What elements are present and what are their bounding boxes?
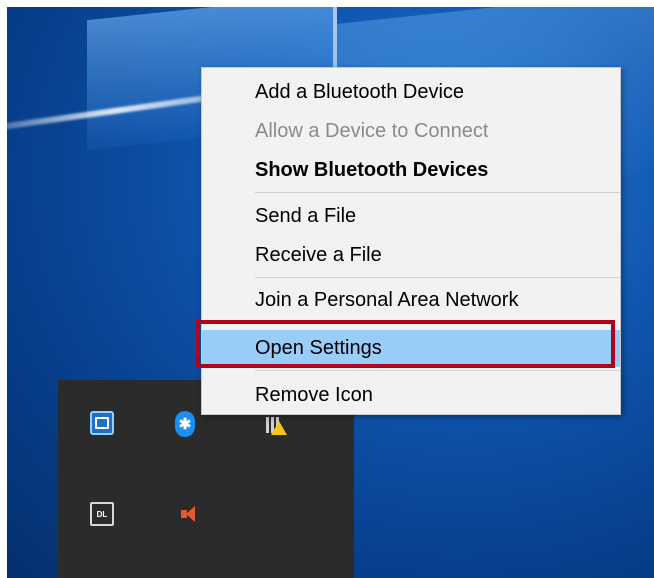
dl-device-icon[interactable]: DL [90,502,114,526]
menu-separator [255,370,620,371]
menu-item-show-bluetooth-devices[interactable]: Show Bluetooth Devices [202,152,620,189]
menu-item-add-bluetooth-device[interactable]: Add a Bluetooth Device [202,74,620,111]
bluetooth-icon[interactable]: ✱ [175,411,195,437]
annotation-highlight-box [196,320,615,368]
menu-item-allow-device-connect: Allow a Device to Connect [255,120,489,142]
speaker-icon[interactable] [176,502,200,526]
menu-separator [255,277,620,278]
display-settings-icon[interactable] [90,411,114,435]
network-warning-icon[interactable] [261,413,287,437]
menu-item-join-pan[interactable]: Join a Personal Area Network [202,282,620,319]
menu-item-receive-file[interactable]: Receive a File [202,237,620,274]
menu-separator [255,192,620,193]
menu-item-remove-icon[interactable]: Remove Icon [202,377,620,414]
menu-item-send-file[interactable]: Send a File [202,198,620,235]
